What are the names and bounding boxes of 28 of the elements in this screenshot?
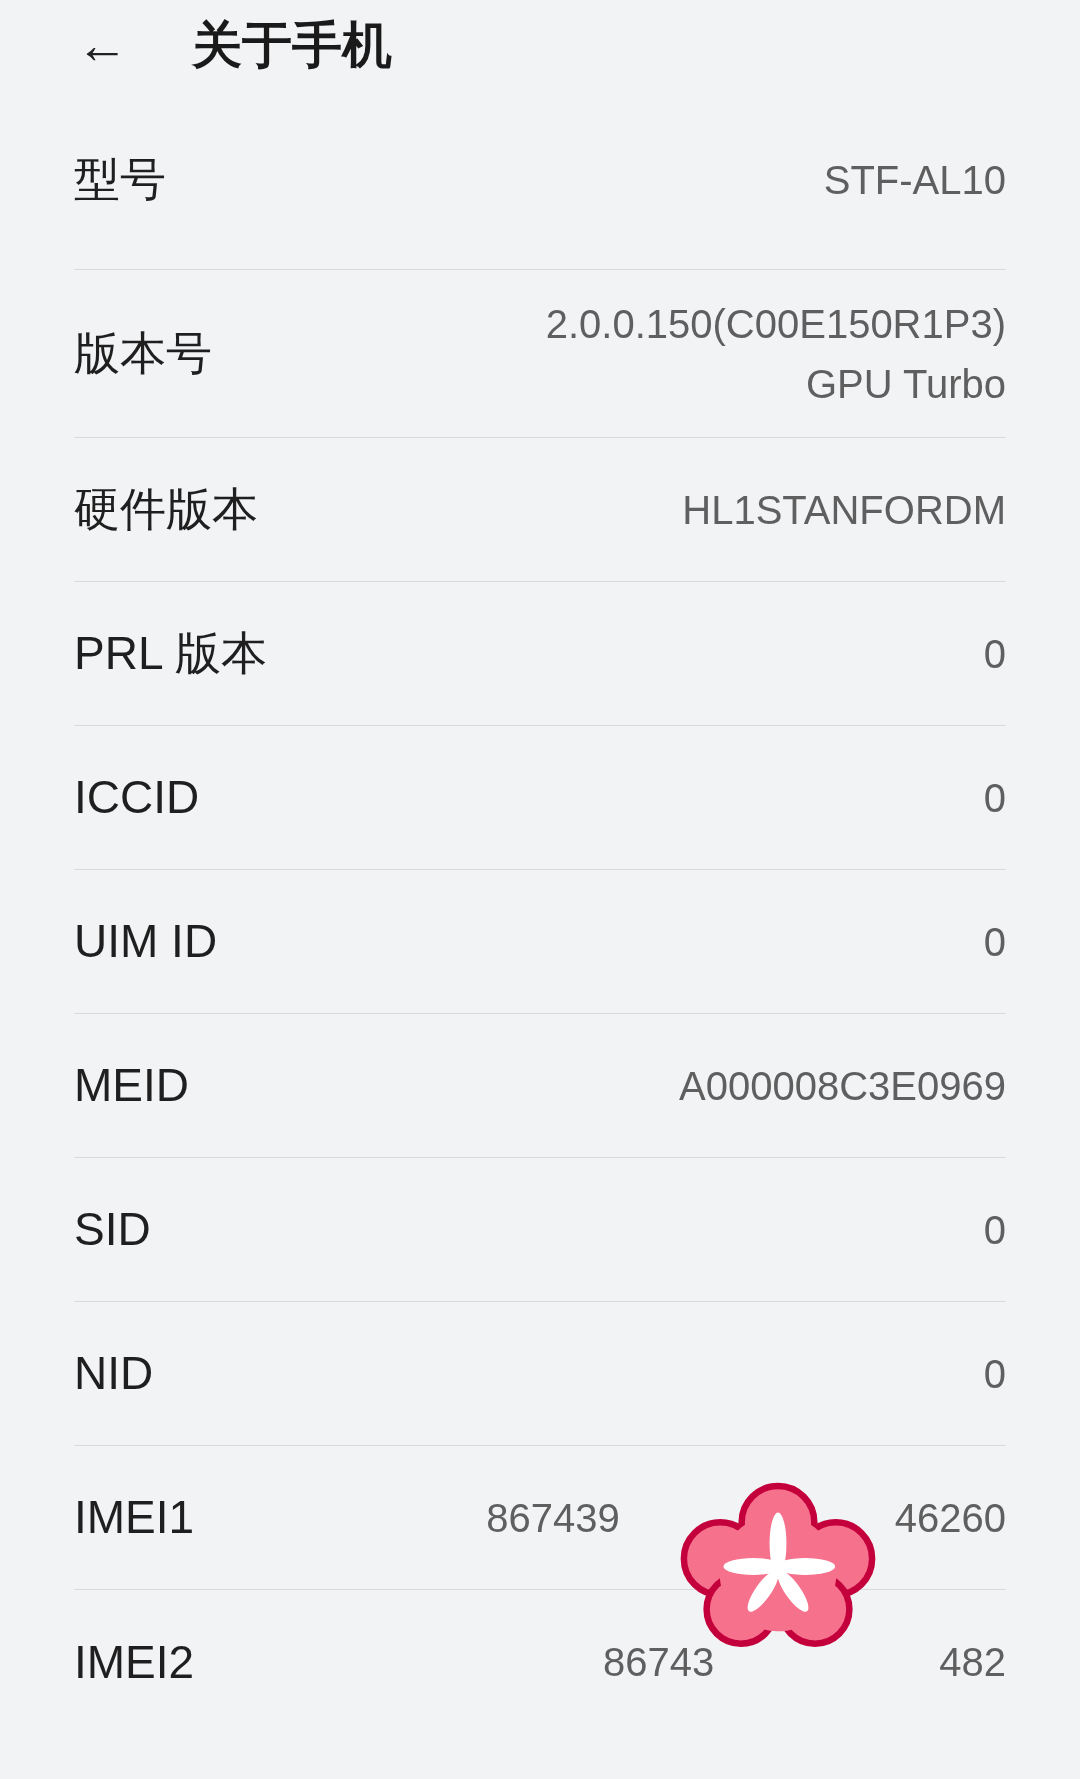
field-value: GPU Turbo (805, 360, 1006, 408)
page-title: 关于手机 (192, 15, 392, 75)
field-label: NID (74, 1346, 154, 1401)
field-value: 46260 (894, 1494, 1006, 1542)
field-value: A000008C3E0969 (679, 1062, 1006, 1110)
field-label: SID (74, 1202, 151, 1257)
field-value: HL1STANFORDM (682, 486, 1006, 534)
field-value: 0 (983, 1206, 1006, 1254)
field-value: 86743 (603, 1639, 715, 1686)
flower-sticker-icon (680, 1482, 876, 1647)
field-value: 0 (983, 918, 1006, 966)
field-value: 0 (983, 1350, 1006, 1398)
field-label: IMEI1 (74, 1490, 195, 1545)
field-label: 型号 (74, 152, 166, 207)
field-value: STF-AL10 (823, 156, 1006, 204)
field-value: 0 (983, 630, 1006, 678)
field-label: MEID (74, 1058, 189, 1113)
field-value: 0 (983, 774, 1006, 822)
field-label: ICCID (74, 770, 200, 825)
field-value: 482 (939, 1639, 1006, 1686)
field-label: 版本号 (74, 326, 212, 381)
field-label: 硬件版本 (74, 482, 258, 537)
field-value: 867439 (486, 1494, 620, 1542)
back-icon[interactable]: ← (76, 19, 146, 71)
field-label: IMEI2 (74, 1634, 195, 1690)
field-label: PRL 版本 (74, 626, 267, 681)
field-value: 2.0.0.150(C00E150R1P3) (545, 300, 1006, 348)
field-label: UIM ID (74, 914, 218, 969)
